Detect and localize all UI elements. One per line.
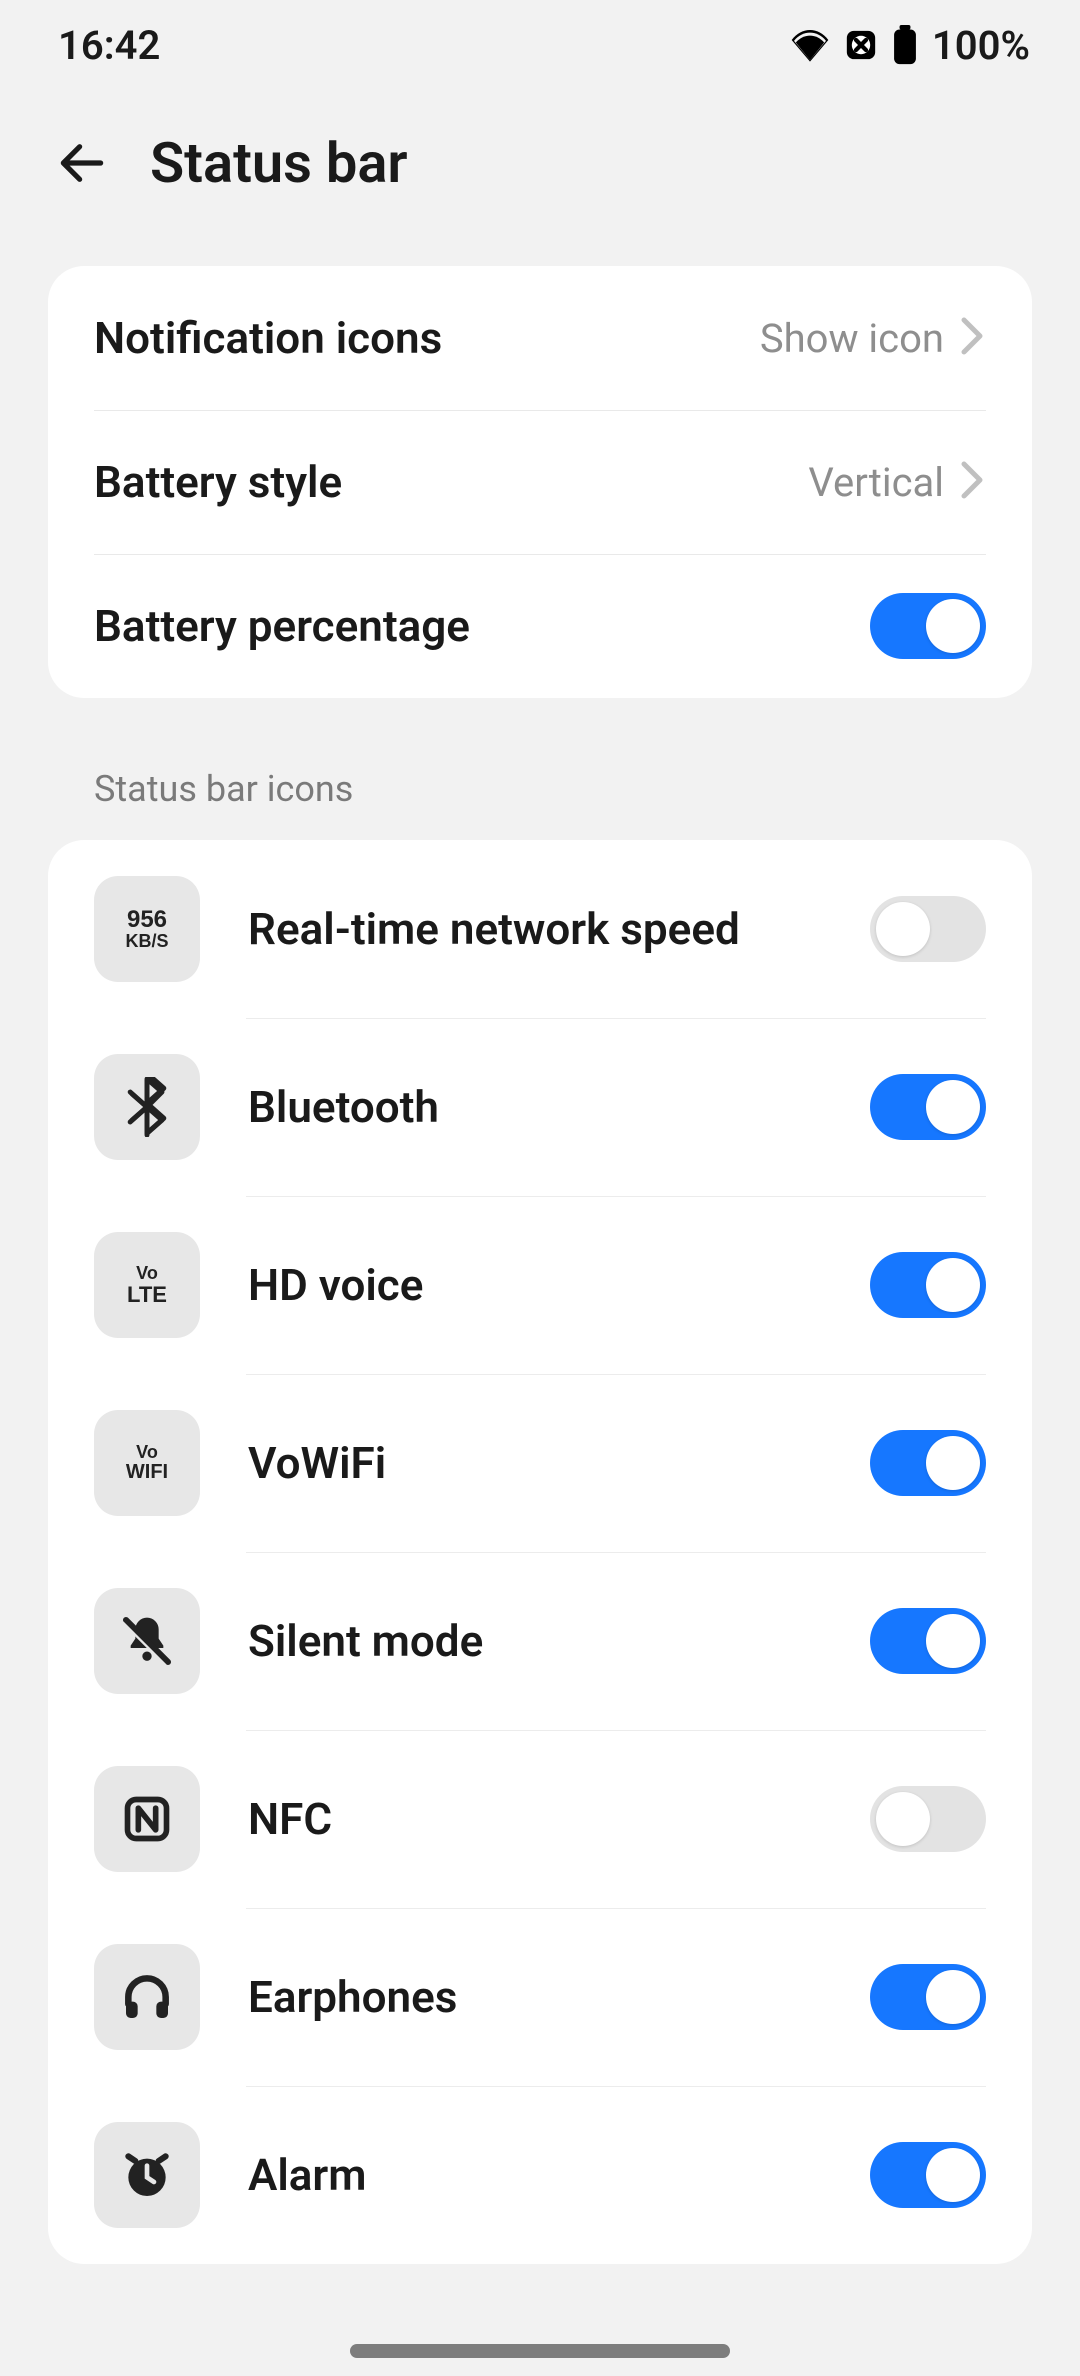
bluetooth-toggle[interactable] xyxy=(870,1074,986,1140)
vowifi-toggle[interactable] xyxy=(870,1430,986,1496)
chevron-right-icon xyxy=(958,460,986,504)
wifi-icon xyxy=(790,28,830,62)
battery-style-label: Battery style xyxy=(94,456,808,508)
bluetooth-icon xyxy=(94,1054,200,1160)
alarm-toggle[interactable] xyxy=(870,2142,986,2208)
nfc-row: NFC xyxy=(48,1730,1032,1908)
general-settings-card: Notification icons Show icon Battery sty… xyxy=(48,266,1032,698)
page-header: Status bar xyxy=(0,90,1080,266)
hd-voice-toggle[interactable] xyxy=(870,1252,986,1318)
battery-percentage-row: Battery percentage xyxy=(48,554,1032,698)
silent-mode-label: Silent mode xyxy=(248,1615,870,1667)
nfc-toggle[interactable] xyxy=(870,1786,986,1852)
nfc-label: NFC xyxy=(248,1793,870,1845)
home-indicator[interactable] xyxy=(350,2344,730,2358)
nfc-icon xyxy=(94,1766,200,1872)
earphones-label: Earphones xyxy=(248,1971,870,2023)
alarm-row: Alarm xyxy=(48,2086,1032,2264)
chevron-right-icon xyxy=(958,316,986,360)
page-title: Status bar xyxy=(150,130,408,196)
vowifi-label: VoWiFi xyxy=(248,1437,870,1489)
notification-icons-row[interactable]: Notification icons Show icon xyxy=(48,266,1032,410)
bell-off-icon xyxy=(94,1588,200,1694)
network-speed-icon: 956 KB/S xyxy=(94,876,200,982)
battery-text: 100% xyxy=(932,22,1030,69)
battery-percentage-toggle[interactable] xyxy=(870,593,986,659)
status-right-cluster: 100% xyxy=(790,22,1030,69)
battery-icon xyxy=(892,25,918,65)
alarm-label: Alarm xyxy=(248,2149,870,2201)
alarm-clock-icon xyxy=(94,2122,200,2228)
notification-icons-label: Notification icons xyxy=(94,312,760,364)
volte-icon: Vo LTE xyxy=(94,1232,200,1338)
back-button[interactable] xyxy=(50,131,114,195)
silent-mode-row: Silent mode xyxy=(48,1552,1032,1730)
silent-mode-toggle[interactable] xyxy=(870,1608,986,1674)
network-speed-row: 956 KB/S Real-time network speed xyxy=(48,840,1032,1018)
clock-text: 16:42 xyxy=(58,22,160,69)
hd-voice-label: HD voice xyxy=(248,1259,870,1311)
battery-percentage-label: Battery percentage xyxy=(94,600,870,652)
bluetooth-label: Bluetooth xyxy=(248,1081,870,1133)
headphones-icon xyxy=(94,1944,200,2050)
vowifi-row: Vo WIFI VoWiFi xyxy=(48,1374,1032,1552)
battery-style-row[interactable]: Battery style Vertical xyxy=(48,410,1032,554)
notification-icons-value: Show icon xyxy=(760,315,944,362)
battery-style-value: Vertical xyxy=(808,459,944,506)
network-speed-toggle[interactable] xyxy=(870,896,986,962)
dnd-icon xyxy=(844,28,878,62)
system-status-bar: 16:42 100% xyxy=(0,0,1080,90)
status-bar-icons-section-title: Status bar icons xyxy=(0,698,1080,840)
earphones-row: Earphones xyxy=(48,1908,1032,2086)
arrow-left-icon xyxy=(54,135,110,191)
hd-voice-row: Vo LTE HD voice xyxy=(48,1196,1032,1374)
earphones-toggle[interactable] xyxy=(870,1964,986,2030)
network-speed-label: Real-time network speed xyxy=(248,903,870,955)
status-bar-icons-card: 956 KB/S Real-time network speed Bluetoo… xyxy=(48,840,1032,2264)
vowifi-icon: Vo WIFI xyxy=(94,1410,200,1516)
bluetooth-row: Bluetooth xyxy=(48,1018,1032,1196)
